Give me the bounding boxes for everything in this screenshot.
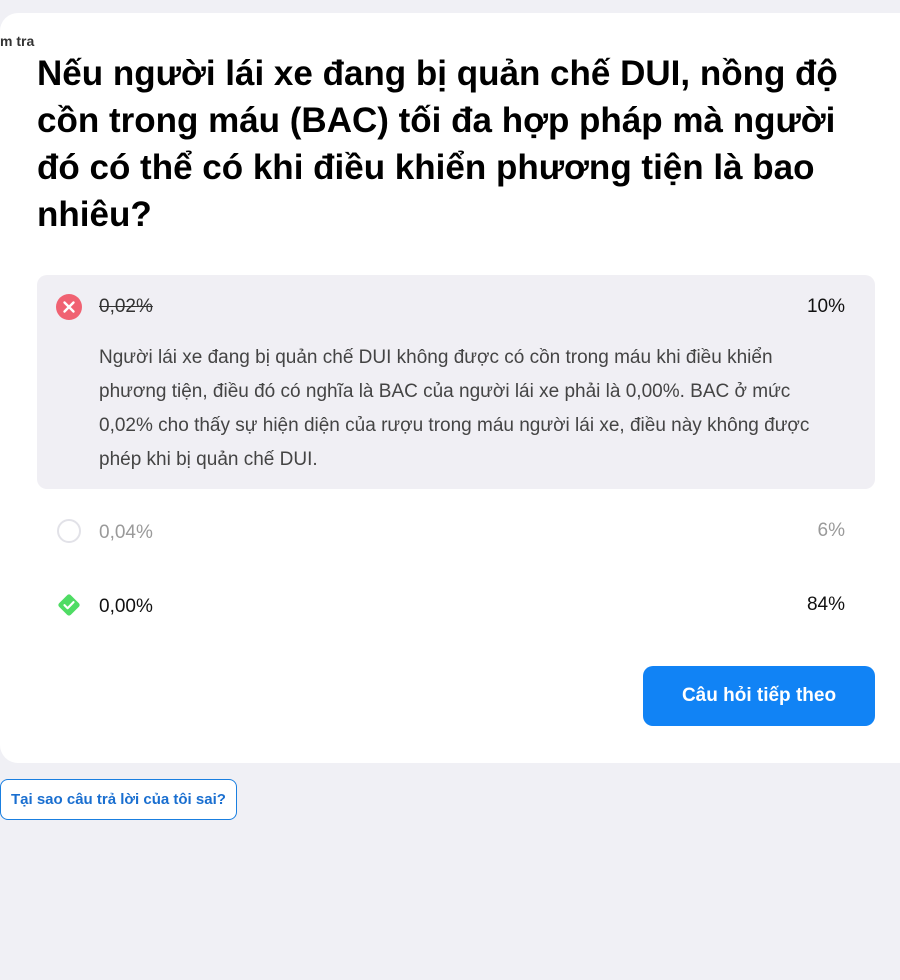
answer-percent: 10% xyxy=(806,296,845,317)
answer-percent: 84% xyxy=(806,594,845,615)
empty-circle-icon xyxy=(55,517,83,545)
answer-option-1[interactable]: 0,02% 10% Người lái xe đang bị quản chế … xyxy=(37,275,875,489)
answer-label: 0,04% xyxy=(99,522,153,543)
breadcrumb: m tra xyxy=(0,33,35,49)
question-text: Nếu người lái xe đang bị quản chế DUI, n… xyxy=(37,54,838,234)
answer-explanation: Người lái xe đang bị quản chế DUI không … xyxy=(99,347,810,470)
why-wrong-link[interactable]: Tại sao câu trả lời của tôi sai? xyxy=(0,779,237,820)
x-circle-icon xyxy=(55,293,83,321)
answer-label: 0,02% xyxy=(99,296,153,317)
answer-percent: 6% xyxy=(817,520,845,541)
answer-option-2[interactable]: 0,04% 6% xyxy=(37,513,875,553)
answer-option-3[interactable]: 0,00% 84% xyxy=(37,587,875,627)
answer-label: 0,00% xyxy=(99,596,153,617)
next-question-button[interactable]: Câu hỏi tiếp theo xyxy=(643,666,875,726)
check-diamond-icon xyxy=(55,591,83,619)
